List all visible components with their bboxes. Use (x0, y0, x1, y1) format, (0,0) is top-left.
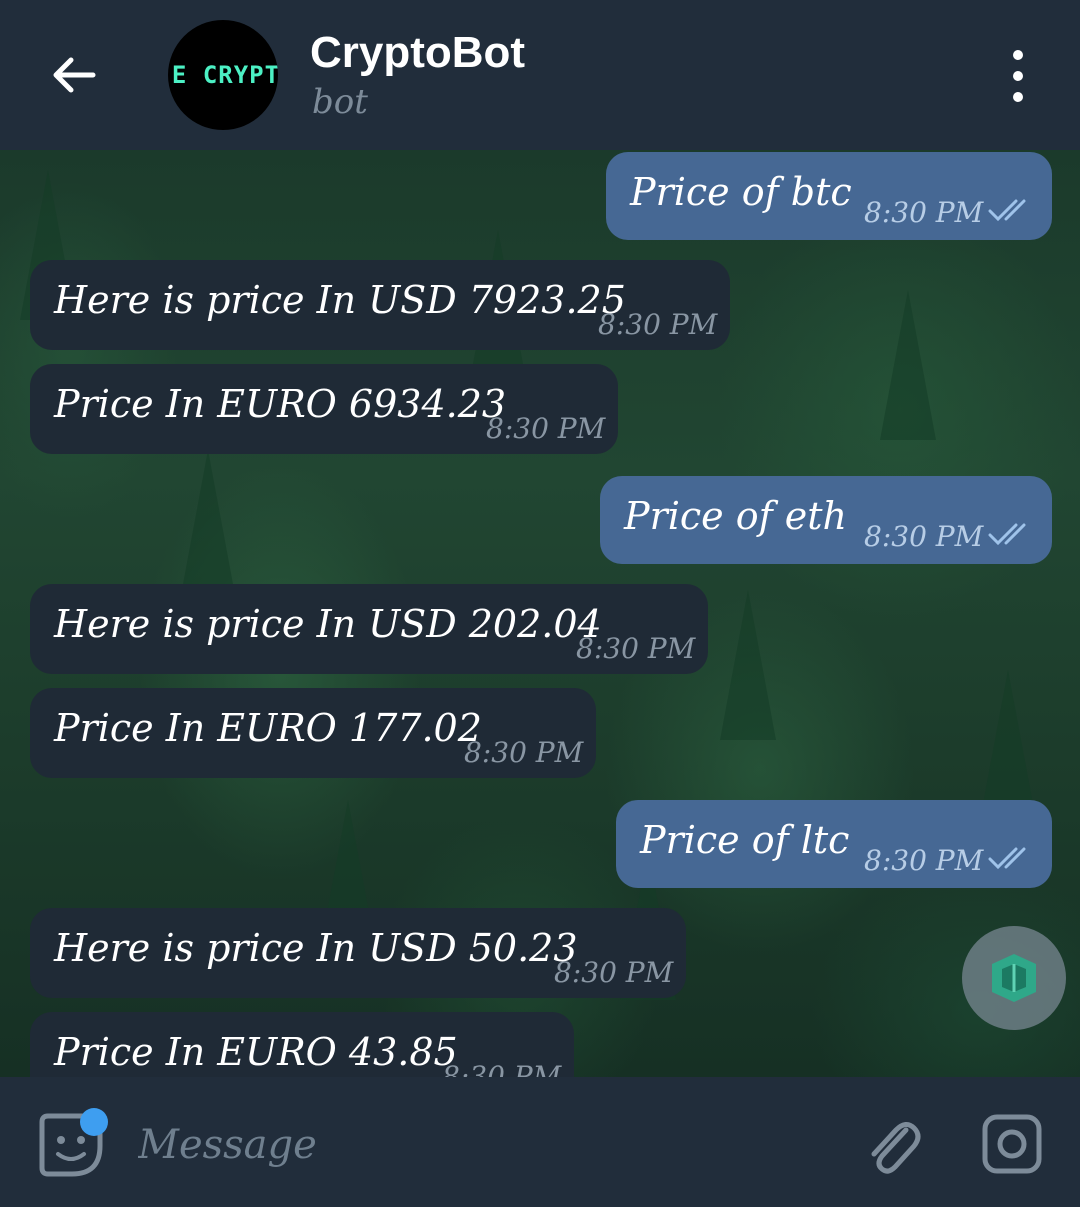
background-tree (180, 450, 236, 600)
more-vertical-icon (1013, 50, 1023, 60)
attach-button[interactable] (862, 1112, 922, 1178)
back-button[interactable] (38, 45, 108, 105)
message-time: 8:30 PM (864, 196, 984, 229)
message-bubble-outgoing[interactable]: Price of btc 8:30 PM (606, 152, 1052, 240)
message-bubble-incoming[interactable]: Here is price In USD 202.04 8:30 PM (30, 584, 708, 674)
camera-button[interactable] (982, 1114, 1042, 1174)
message-time: 8:30 PM (464, 736, 584, 769)
message-text: Price In EURO 43.85 (54, 1030, 458, 1074)
message-time: 8:30 PM (486, 412, 606, 445)
message-text: Price of ltc (640, 818, 850, 862)
double-check-icon (988, 199, 1026, 222)
message-time: 8:30 PM (598, 308, 718, 341)
cube-icon (992, 954, 1036, 1002)
arrow-left-icon (53, 57, 96, 93)
message-input[interactable] (138, 1110, 738, 1180)
message-list[interactable]: Price of btc 8:30 PM Here is price In US… (0, 150, 1080, 1077)
message-bubble-incoming[interactable]: Here is price In USD 50.23 8:30 PM (30, 908, 686, 998)
chat-subtitle: bot (312, 82, 368, 122)
message-bubble-incoming[interactable]: Price In EURO 6934.23 8:30 PM (30, 364, 618, 454)
background-tree (880, 290, 936, 440)
notification-dot (80, 1108, 108, 1136)
avatar[interactable]: E CRYPT (168, 20, 278, 130)
floating-action-button[interactable] (962, 926, 1066, 1030)
double-check-icon (988, 523, 1026, 546)
message-text: Here is price In USD 50.23 (54, 926, 578, 970)
message-time: 8:30 PM (554, 956, 674, 989)
message-time: 8:30 PM (576, 632, 696, 665)
message-bubble-outgoing[interactable]: Price of eth 8:30 PM (600, 476, 1052, 564)
message-bubble-incoming[interactable]: Price In EURO 177.02 8:30 PM (30, 688, 596, 778)
message-text: Price of btc (630, 170, 852, 214)
message-text: Here is price In USD 202.04 (54, 602, 602, 646)
more-menu-button[interactable] (995, 50, 1041, 102)
message-text: Price In EURO 177.02 (54, 706, 482, 750)
message-bubble-incoming[interactable]: Here is price In USD 7923.25 8:30 PM (30, 260, 730, 350)
chat-title[interactable]: CryptoBot (310, 28, 525, 78)
message-text: Price In EURO 6934.23 (54, 382, 507, 426)
double-check-icon (988, 847, 1026, 870)
camera-icon (982, 1114, 1042, 1174)
chat-header: E CRYPT CryptoBot bot (0, 0, 1080, 150)
message-text: Price of eth (624, 494, 847, 538)
background-tree (720, 590, 776, 740)
background-tree (980, 670, 1036, 820)
message-time: 8:30 PM (864, 520, 984, 553)
message-time: 8:30 PM (442, 1060, 562, 1077)
paperclip-icon (871, 1122, 921, 1174)
message-text: Here is price In USD 7923.25 (54, 278, 626, 322)
avatar-text: E CRYPT (171, 61, 278, 89)
message-bubble-outgoing[interactable]: Price of ltc 8:30 PM (616, 800, 1052, 888)
message-bubble-incoming[interactable]: Price In EURO 43.85 8:30 PM (30, 1012, 574, 1077)
message-time: 8:30 PM (864, 844, 984, 877)
